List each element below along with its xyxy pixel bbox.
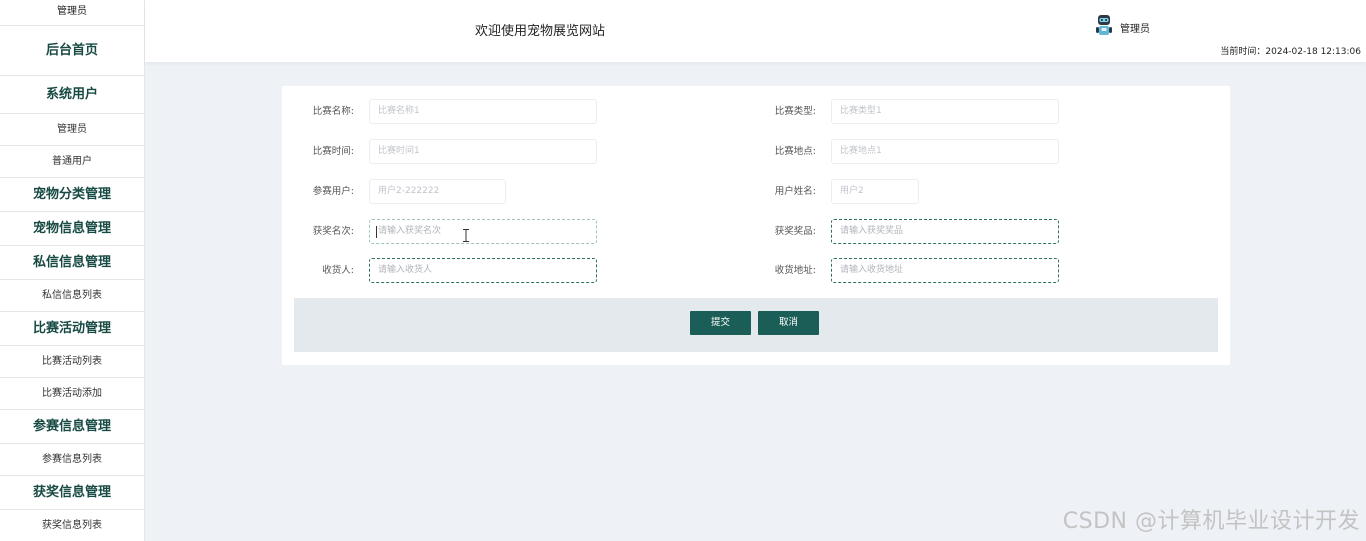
address-input[interactable]: 请输入收货地址 [831,258,1059,283]
sidebar-group-match-activity[interactable]: 比赛活动管理 [0,312,144,346]
award-rank-label: 获奖名次: [312,226,354,237]
sidebar-item-home[interactable]: 后台首页 [0,26,144,76]
form-row: 比赛名称: 比赛名称1 比赛类型: 比赛类型1 [282,99,1230,125]
sidebar-item-message-list[interactable]: 私信信息列表 [0,280,144,312]
match-time-field[interactable]: 比赛时间1 [369,139,597,164]
match-name-label: 比赛名称: [312,106,354,117]
header-username[interactable]: 管理员 [1120,20,1150,35]
award-rank-placeholder: 请输入获奖名次 [378,226,442,236]
time-value: 2024-02-18 12:13:06 [1265,47,1361,57]
sidebar-item-award-list[interactable]: 获奖信息列表 [0,510,144,541]
match-place-label: 比赛地点: [774,146,816,157]
text-cursor [376,226,377,238]
user-name-label: 用户姓名: [774,186,816,197]
sidebar-item-entry-list[interactable]: 参赛信息列表 [0,444,144,476]
sidebar-item-admin[interactable]: 管理员 [0,114,144,146]
match-place-field[interactable]: 比赛地点1 [831,139,1059,164]
sidebar-item-match-list[interactable]: 比赛活动列表 [0,346,144,378]
sidebar-group-pet-category[interactable]: 宠物分类管理 [0,178,144,212]
award-prize-input[interactable]: 请输入获奖奖品 [831,219,1059,244]
sidebar-item-match-add[interactable]: 比赛活动添加 [0,378,144,410]
time-label: 当前时间： [1220,47,1266,57]
current-time: 当前时间：2024-02-18 12:13:06 [1220,44,1361,57]
submit-button[interactable]: 提交 [690,311,751,335]
form-row: 比赛时间: 比赛时间1 比赛地点: 比赛地点1 [282,139,1230,165]
user-name-field[interactable]: 用户2 [831,179,919,204]
sidebar-group-pet-info[interactable]: 宠物信息管理 [0,212,144,246]
form-row: 参赛用户: 用户2-222222 用户姓名: 用户2 [282,179,1230,205]
sidebar-group-system-users[interactable]: 系统用户 [0,76,144,114]
sidebar-group-private-message[interactable]: 私信信息管理 [0,246,144,280]
form-row: 获奖名次: 请输入获奖名次 获奖奖品: 请输入获奖奖品 [282,219,1230,245]
cancel-button[interactable]: 取消 [758,311,819,335]
sidebar-group-entry-info[interactable]: 参赛信息管理 [0,410,144,444]
match-type-label: 比赛类型: [774,106,816,117]
form-row: 收货人: 请输入收货人 收货地址: 请输入收货地址 [282,258,1230,284]
match-type-field[interactable]: 比赛类型1 [831,99,1059,124]
participant-label: 参赛用户: [312,186,354,197]
robot-avatar-icon[interactable] [1095,14,1113,38]
watermark-text: CSDN @计算机毕业设计开发 [1062,509,1360,534]
form-button-bar: 提交 取消 [294,298,1218,352]
match-name-field[interactable]: 比赛名称1 [369,99,597,124]
award-prize-label: 获奖奖品: [774,226,816,237]
top-header: 欢迎使用宠物展览网站 管理员 当前时间：2024-02-18 12:13:06 [145,0,1366,62]
award-form-card: 比赛名称: 比赛名称1 比赛类型: 比赛类型1 比赛时间: 比赛时间1 比赛地点… [282,86,1230,365]
receiver-input[interactable]: 请输入收货人 [369,258,597,283]
address-label: 收货地址: [774,265,816,276]
award-rank-input[interactable]: 请输入获奖名次 [369,219,597,244]
ibeam-cursor-icon [463,227,469,242]
participant-field[interactable]: 用户2-222222 [369,179,506,204]
sidebar-role-label: 管理员 [0,0,144,26]
sidebar: 管理员 后台首页 系统用户 管理员 普通用户 宠物分类管理 宠物信息管理 私信信… [0,0,145,541]
page-title: 欢迎使用宠物展览网站 [475,24,606,39]
receiver-label: 收货人: [322,265,354,276]
sidebar-item-normal-users[interactable]: 普通用户 [0,146,144,178]
match-time-label: 比赛时间: [312,146,354,157]
sidebar-group-award-info[interactable]: 获奖信息管理 [0,476,144,510]
